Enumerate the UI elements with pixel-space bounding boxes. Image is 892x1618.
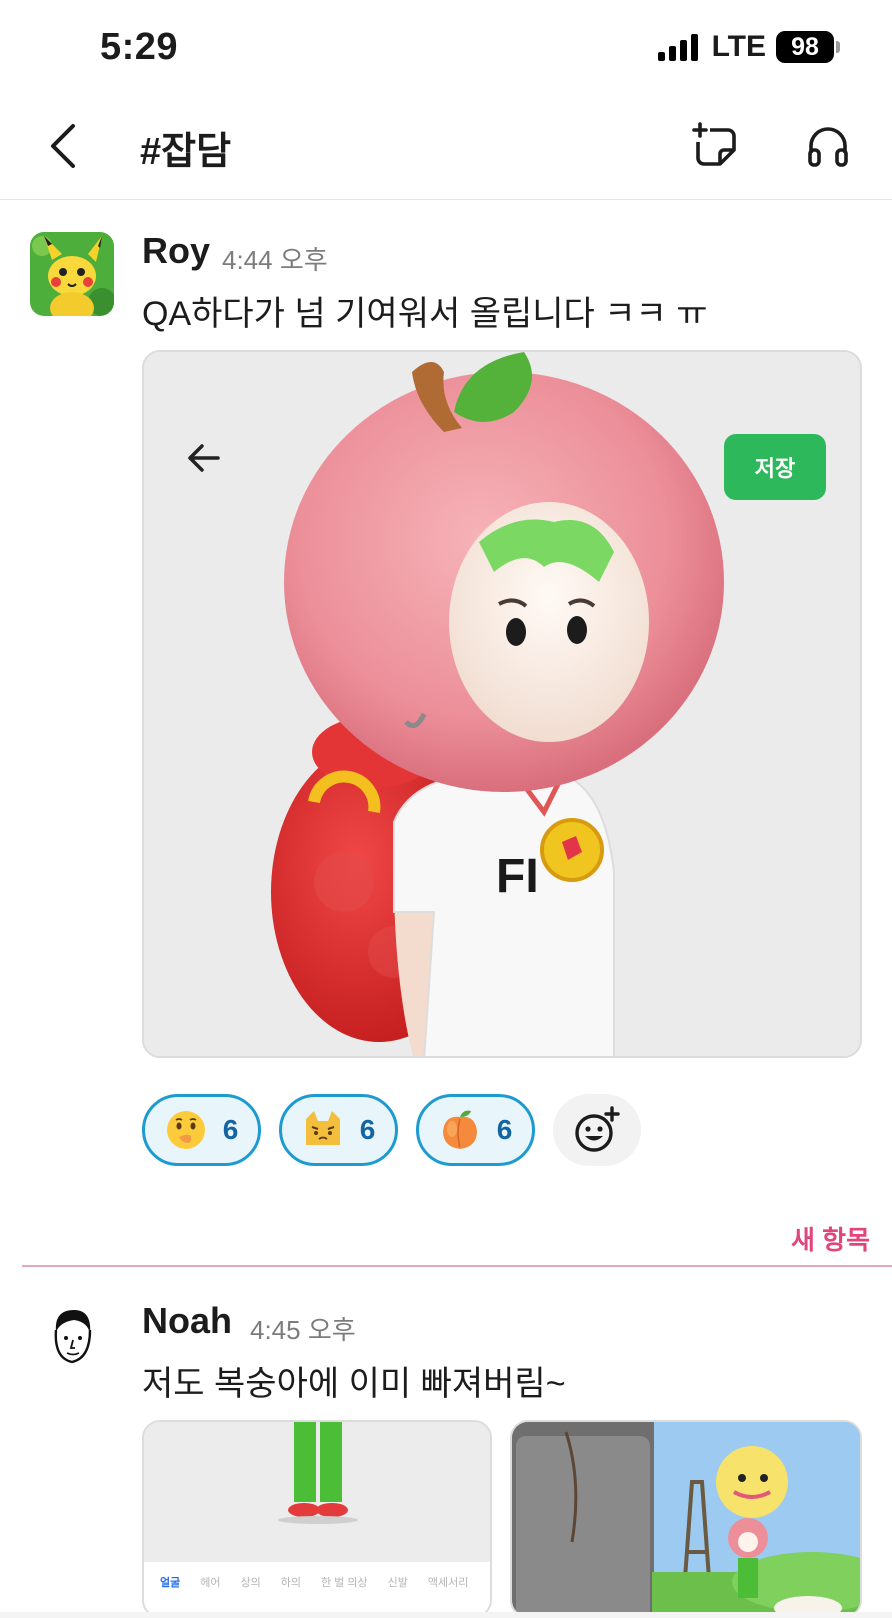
channel-header: #잡담 (0, 96, 892, 200)
tab-bottom[interactable]: 하의 (281, 1574, 301, 1590)
reaction-count: 6 (496, 1114, 513, 1145)
new-canvas-button[interactable] (688, 116, 744, 176)
shirt-text: FI (496, 850, 539, 903)
reaction-peach[interactable]: 6 (416, 1094, 535, 1166)
message-text: 저도 복숭아에 이미 빠져버림~ (142, 1365, 566, 1403)
tab-accessory[interactable]: 액세서리 (428, 1574, 468, 1590)
message-image-1[interactable]: 얼굴 헤어 상의 하의 한 벌 의상 신발 액세서리 (142, 1420, 492, 1618)
chevron-left-icon (51, 124, 75, 168)
back-button[interactable] (40, 116, 84, 176)
channel-title: #잡담 (140, 131, 232, 173)
tab-face[interactable]: 얼굴 (160, 1574, 180, 1590)
tab-shoes[interactable]: 신발 (388, 1574, 408, 1590)
add-reaction-button[interactable] (553, 1094, 641, 1166)
cat-face-emoji-icon (305, 1111, 340, 1145)
reaction-shushing[interactable]: 6 (142, 1094, 261, 1166)
status-bar: 5:29 LTE 98 (0, 0, 892, 96)
new-messages-divider (22, 1265, 892, 1267)
avatar-roy[interactable] (30, 232, 114, 316)
message-time: 4:45 오후 (250, 1315, 356, 1345)
pikachu-avatar-icon (30, 232, 114, 316)
message-image-2[interactable] (510, 1420, 862, 1618)
reactions-row: 6 6 6 (142, 1094, 641, 1166)
tab-hair[interactable]: 헤어 (200, 1574, 220, 1590)
add-emoji-icon (575, 1106, 620, 1152)
status-indicators: LTE 98 (657, 30, 840, 64)
new-messages-label: 새 항목 (791, 1225, 870, 1255)
author-name[interactable]: Roy (142, 230, 210, 272)
reaction-count: 6 (222, 1114, 239, 1145)
shushing-face-emoji-icon (166, 1111, 205, 1149)
battery-icon: 98 (776, 31, 840, 63)
message-time: 4:44 오후 (222, 245, 328, 275)
message-text: QA하다가 넘 기여워서 올립니다 ㅋㅋ ㅠ (142, 295, 708, 333)
avatar-noah[interactable] (30, 1296, 114, 1380)
status-time: 5:29 (100, 26, 179, 68)
paris-scene-illustration (512, 1422, 860, 1616)
author-name[interactable]: Noah (142, 1300, 232, 1342)
reaction-cat[interactable]: 6 (279, 1094, 398, 1166)
headphones-icon (808, 127, 848, 167)
reaction-count: 6 (359, 1114, 376, 1145)
huddle-button[interactable] (800, 116, 856, 176)
tab-outfit[interactable]: 한 벌 의상 (321, 1574, 368, 1590)
bottom-edge (0, 1612, 892, 1618)
image-back-button[interactable] (184, 442, 224, 479)
category-tabs: 얼굴 헤어 상의 하의 한 벌 의상 신발 액세서리 (160, 1574, 468, 1590)
battery-level: 98 (776, 31, 834, 63)
signal-icon (657, 33, 698, 61)
arrow-left-icon (188, 444, 220, 472)
face-sketch-avatar-icon (30, 1296, 114, 1380)
tab-top[interactable]: 상의 (241, 1574, 261, 1590)
network-type: LTE (711, 30, 766, 63)
message-image[interactable]: FI 저장 (142, 350, 862, 1058)
peach-emoji-icon (442, 1110, 477, 1149)
canvas-plus-icon (692, 122, 736, 166)
save-button[interactable]: 저장 (724, 434, 826, 500)
